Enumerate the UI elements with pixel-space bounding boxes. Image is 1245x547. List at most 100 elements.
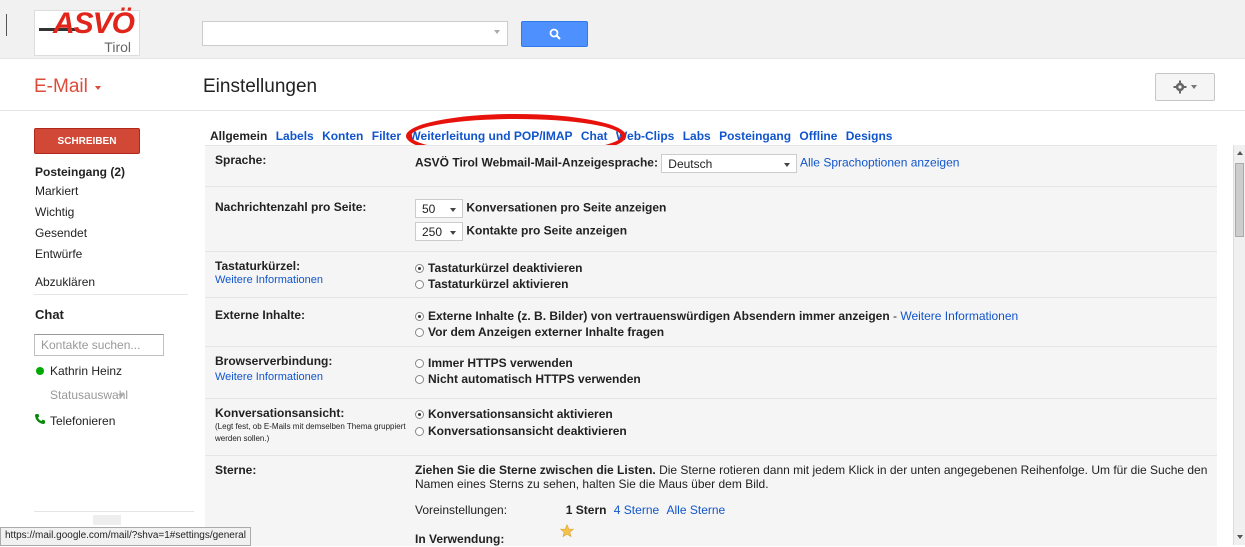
language-select[interactable]: Deutsch xyxy=(661,154,798,173)
radio-icon[interactable] xyxy=(415,427,424,436)
setting-label: Konversationsansicht: xyxy=(215,406,345,420)
search-options-caret-icon[interactable] xyxy=(494,30,500,34)
stars-presets: Voreinstellungen: 1 Stern 4 Sterne Alle … xyxy=(415,503,725,517)
preset-1-star[interactable]: 1 Stern xyxy=(566,503,607,517)
tab-web-clips[interactable]: Web-Clips xyxy=(616,129,674,143)
tab-chat[interactable]: Chat xyxy=(581,129,608,143)
tab-forwarding-pop-imap[interactable]: Weiterleitung und POP/IMAP xyxy=(409,129,572,143)
nav-item-drafts[interactable]: Entwürfe xyxy=(35,247,82,261)
conversations-per-page-select[interactable]: 50 xyxy=(415,199,463,218)
external-ask-option[interactable]: Vor dem Anzeigen externer Inhalte fragen xyxy=(415,325,664,339)
contact-search-input[interactable] xyxy=(34,334,164,356)
setting-row-conversation-view: Konversationsansicht: (Legt fest, ob E-M… xyxy=(205,399,1217,456)
external-info-link[interactable]: Weitere Informationen xyxy=(900,309,1018,323)
separator: - xyxy=(889,309,901,323)
top-bar: ASVÖ Tirol xyxy=(0,0,1245,59)
option-label: Tastaturkürzel aktivieren xyxy=(428,277,569,291)
logo[interactable]: ASVÖ Tirol xyxy=(34,7,140,56)
option-label: Nicht automatisch HTTPS verwenden xyxy=(428,372,641,386)
language-value: Deutsch xyxy=(668,157,713,171)
stars-instruction: Ziehen Sie die Sterne zwischen die Liste… xyxy=(415,463,656,477)
vertical-scrollbar[interactable] xyxy=(1233,145,1245,545)
setting-row-stars: Sterne: Ziehen Sie die Sterne zwischen d… xyxy=(205,456,1217,546)
status-select[interactable]: Statusauswahl xyxy=(50,388,128,402)
left-footer-control[interactable] xyxy=(93,515,121,525)
setting-row-external-content: Externe Inhalte: Externe Inhalte (z. B. … xyxy=(205,298,1217,347)
in-use-label: In Verwendung: xyxy=(415,532,504,546)
app-switcher-caret-icon[interactable] xyxy=(95,86,101,90)
nav-item-important[interactable]: Wichtig xyxy=(35,205,74,219)
shortcuts-on-option[interactable]: Tastaturkürzel aktivieren xyxy=(415,277,569,291)
setting-label: Sprache: xyxy=(215,153,267,167)
radio-icon[interactable] xyxy=(415,375,424,384)
conversations-per-page-text: Konversationen pro Seite anzeigen xyxy=(466,200,667,215)
stars-description-1: Die Sterne rotieren dann mit jedem Klick… xyxy=(655,463,1208,477)
settings-tabs: Allgemein Labels Konten Filter Weiterlei… xyxy=(210,129,897,143)
chevron-down-icon xyxy=(450,208,456,212)
chevron-down-icon[interactable] xyxy=(118,394,124,398)
setting-row-page-size: Nachrichtenzahl pro Seite: 50 Konversati… xyxy=(205,187,1217,252)
tab-general[interactable]: Allgemein xyxy=(210,129,267,143)
setting-value: 50 Konversationen pro Seite anzeigen xyxy=(415,199,666,218)
search-button[interactable] xyxy=(521,21,588,47)
conversation-off-option[interactable]: Konversationsansicht deaktivieren xyxy=(415,424,627,438)
nav-item-sent[interactable]: Gesendet xyxy=(35,226,87,240)
setting-label: Tastaturkürzel: xyxy=(215,259,301,273)
tab-accounts[interactable]: Konten xyxy=(322,129,363,143)
chat-contact[interactable]: Kathrin Heinz xyxy=(50,364,122,378)
language-text: ASVÖ Tirol Webmail-Mail-Anzeigesprache: xyxy=(415,155,658,170)
radio-icon[interactable] xyxy=(415,328,424,337)
radio-selected-icon[interactable] xyxy=(415,312,424,321)
tab-inbox[interactable]: Posteingang xyxy=(719,129,791,143)
shortcuts-off-option[interactable]: Tastaturkürzel deaktivieren xyxy=(415,261,583,275)
tab-filters[interactable]: Filter xyxy=(372,129,401,143)
browser-status-bar: https://mail.google.com/mail/?shva=1#set… xyxy=(0,527,251,546)
preset-all-stars[interactable]: Alle Sterne xyxy=(667,503,726,517)
nav-item-inbox[interactable]: Posteingang (2) xyxy=(35,165,125,179)
scroll-up-icon[interactable] xyxy=(1237,151,1243,155)
setting-row-shortcuts: Tastaturkürzel: Weitere Informationen Ta… xyxy=(205,252,1217,298)
window-edge xyxy=(6,14,7,36)
shortcuts-info-link[interactable]: Weitere Informationen xyxy=(215,274,323,286)
tab-labels[interactable]: Labels xyxy=(276,129,314,143)
tab-offline[interactable]: Offline xyxy=(799,129,837,143)
preset-4-stars[interactable]: 4 Sterne xyxy=(614,503,659,517)
chevron-down-icon xyxy=(784,163,791,167)
external-always-option[interactable]: Externe Inhalte (z. B. Bilder) von vertr… xyxy=(415,309,1018,323)
chevron-down-icon xyxy=(450,231,456,235)
tab-themes[interactable]: Designs xyxy=(846,129,893,143)
chevron-down-icon xyxy=(1191,85,1197,89)
radio-icon[interactable] xyxy=(415,280,424,289)
logo-region: Tirol xyxy=(104,39,131,55)
tab-labs[interactable]: Labs xyxy=(683,129,711,143)
app-switcher[interactable]: E-Mail xyxy=(34,76,88,98)
scroll-thumb[interactable] xyxy=(1235,163,1244,237)
contacts-per-page-value: 250 xyxy=(422,225,443,239)
header-divider xyxy=(0,110,1245,111)
radio-selected-icon[interactable] xyxy=(415,410,424,419)
online-status-icon xyxy=(36,367,44,375)
compose-button[interactable]: SCHREIBEN xyxy=(34,128,140,154)
search-input[interactable] xyxy=(202,21,508,46)
conversation-view-note: (Legt fest, ob E-Mails mit demselben The… xyxy=(215,422,406,443)
scroll-down-icon[interactable] xyxy=(1237,535,1243,539)
https-always-option[interactable]: Immer HTTPS verwenden xyxy=(415,356,573,370)
presets-label: Voreinstellungen: xyxy=(415,503,508,517)
option-label: Konversationsansicht aktivieren xyxy=(428,407,613,421)
language-options-link[interactable]: Alle Sprachoptionen anzeigen xyxy=(800,156,959,170)
https-auto-option[interactable]: Nicht automatisch HTTPS verwenden xyxy=(415,372,641,386)
star-icon[interactable] xyxy=(560,524,574,538)
https-info-link[interactable]: Weitere Informationen xyxy=(215,371,323,383)
call-phone-link[interactable]: Telefonieren xyxy=(50,414,115,428)
setting-value: ASVÖ Tirol Webmail-Mail-Anzeigesprache: … xyxy=(415,154,959,173)
setting-label: Browserverbindung: xyxy=(215,354,333,368)
contacts-per-page-select[interactable]: 250 xyxy=(415,222,463,241)
search-icon xyxy=(549,28,561,40)
conversation-on-option[interactable]: Konversationsansicht aktivieren xyxy=(415,407,613,421)
radio-icon[interactable] xyxy=(415,359,424,368)
nav-item-starred[interactable]: Markiert xyxy=(35,184,78,198)
option-label: Konversationsansicht deaktivieren xyxy=(428,424,627,438)
nav-item-abzuklaeren[interactable]: Abzuklären xyxy=(35,275,95,289)
radio-selected-icon[interactable] xyxy=(415,264,424,273)
settings-button[interactable] xyxy=(1155,73,1215,101)
